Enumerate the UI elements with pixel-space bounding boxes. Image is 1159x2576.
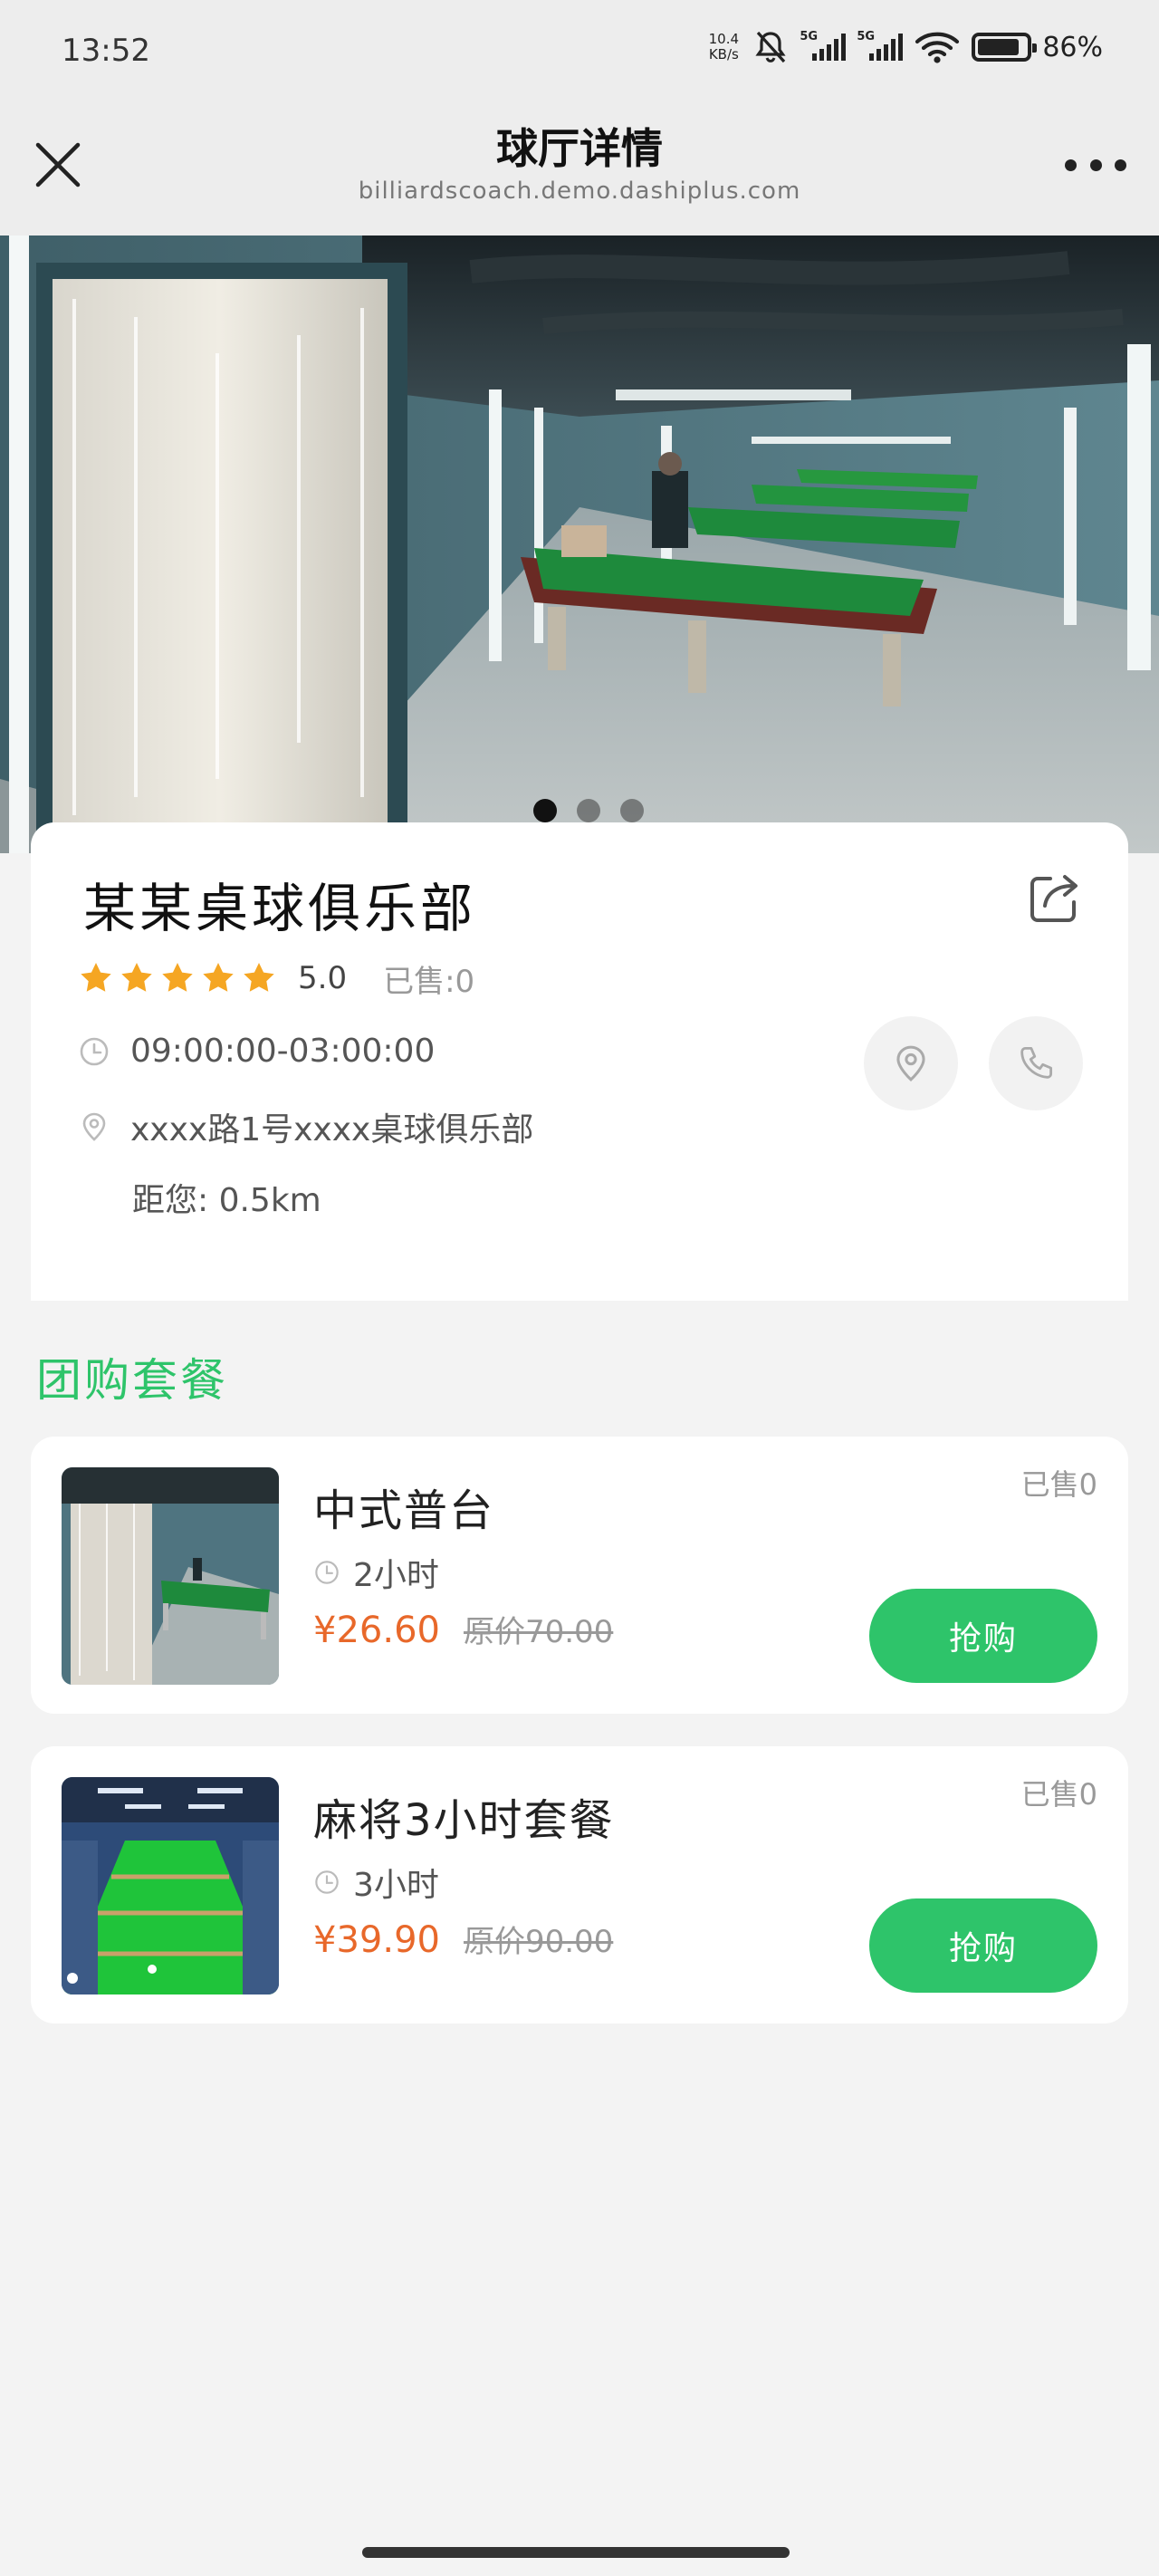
navigation-bar: 球厅详情 billiardscoach.demo.dashiplus.com [0,100,1159,235]
deal-duration: 3小时 [313,1859,439,1906]
star-icon [162,963,193,992]
deal-duration: 2小时 [313,1549,439,1596]
deal-original-price: 原价90.00 [463,1924,614,1960]
deal-name: 中式普台 [313,1485,495,1536]
star-icon [203,963,234,992]
deal-name: 麻将3小时套餐 [313,1795,615,1846]
location-pin-icon [896,1045,925,1081]
battery-percent: 86% [1042,31,1103,63]
deal-thumbnail [62,1467,279,1685]
deal-sold: 已售0 [1020,1777,1097,1812]
bell-muted-icon [755,31,786,63]
carousel-dot[interactable] [577,799,600,822]
banner-carousel[interactable] [0,235,1159,853]
phone-icon [1020,1046,1053,1079]
page-title: 球厅详情 [496,124,663,173]
opening-hours: 09:00:00-03:00:00 [78,1033,435,1070]
page-domain: billiardscoach.demo.dashiplus.com [358,178,801,205]
star-icon [81,963,111,992]
address-row: xxxx路1号xxxx桌球俱乐部 [78,1103,533,1150]
star-icon [244,963,274,992]
buy-button[interactable]: 抢购 [869,1898,1097,1993]
star-icon [121,963,152,992]
deal-price: ¥39.90 [313,1919,440,1961]
billiard-hall-photo [0,235,1159,853]
rating-value: 5.0 [298,960,348,996]
rating-row: 5.0 已售:0 [78,958,475,1000]
deal-card[interactable]: 麻将3小时套餐 已售0 3小时 ¥39.90 原价90.00 抢购 [31,1746,1128,2023]
deal-sold: 已售0 [1020,1467,1097,1502]
distance-text: 距您: 0.5km [132,1182,321,1219]
share-icon[interactable] [1025,870,1083,928]
carousel-indicator [0,799,1159,822]
network-speed: 10.4 KB/s [708,31,740,62]
call-button[interactable] [989,1016,1083,1110]
clock-icon [80,1037,109,1065]
deal-price-row: ¥39.90 原价90.00 [313,1917,613,1961]
buy-button[interactable]: 抢购 [869,1589,1097,1683]
address-text: xxxx路1号xxxx桌球俱乐部 [130,1111,534,1149]
deal-original-price: 原价70.00 [463,1614,614,1650]
battery-icon [972,33,1038,62]
carousel-dot[interactable] [620,799,644,822]
status-icons: 10.4 KB/s 5G 5G 86% [705,27,1103,67]
club-name: 某某桌球俱乐部 [83,878,477,939]
sold-count: 已售:0 [383,963,475,1000]
rating-stars [78,960,282,996]
more-icon[interactable] [1065,149,1126,181]
status-bar: 13:52 10.4 KB/s 5G 5G 86% [0,0,1159,100]
deal-price: ¥26.60 [313,1610,440,1651]
navigate-button[interactable] [864,1016,958,1110]
deal-card[interactable]: 中式普台 已售0 2小时 ¥26.60 原价70.00 抢购 [31,1437,1128,1714]
clock-icon [315,1561,339,1584]
location-icon [82,1112,106,1141]
clock-icon [315,1870,339,1894]
battery-level [978,39,1020,55]
section-title-group-deals: 团购套餐 [36,1354,228,1407]
wifi-icon [915,32,960,63]
carousel-dot[interactable] [533,799,557,822]
deal-thumbnail [62,1777,279,1994]
signal-1-icon: 5G [800,30,847,61]
home-indicator[interactable] [362,2547,790,2558]
hours-text: 09:00:00-03:00:00 [130,1033,436,1070]
status-time: 13:52 [62,33,150,69]
deal-price-row: ¥26.60 原价70.00 [313,1607,613,1651]
signal-2-icon: 5G [857,30,904,61]
club-info-card: 某某桌球俱乐部 5.0 已售:0 09:00:00-03:00:00 xxxx路… [31,822,1128,1301]
